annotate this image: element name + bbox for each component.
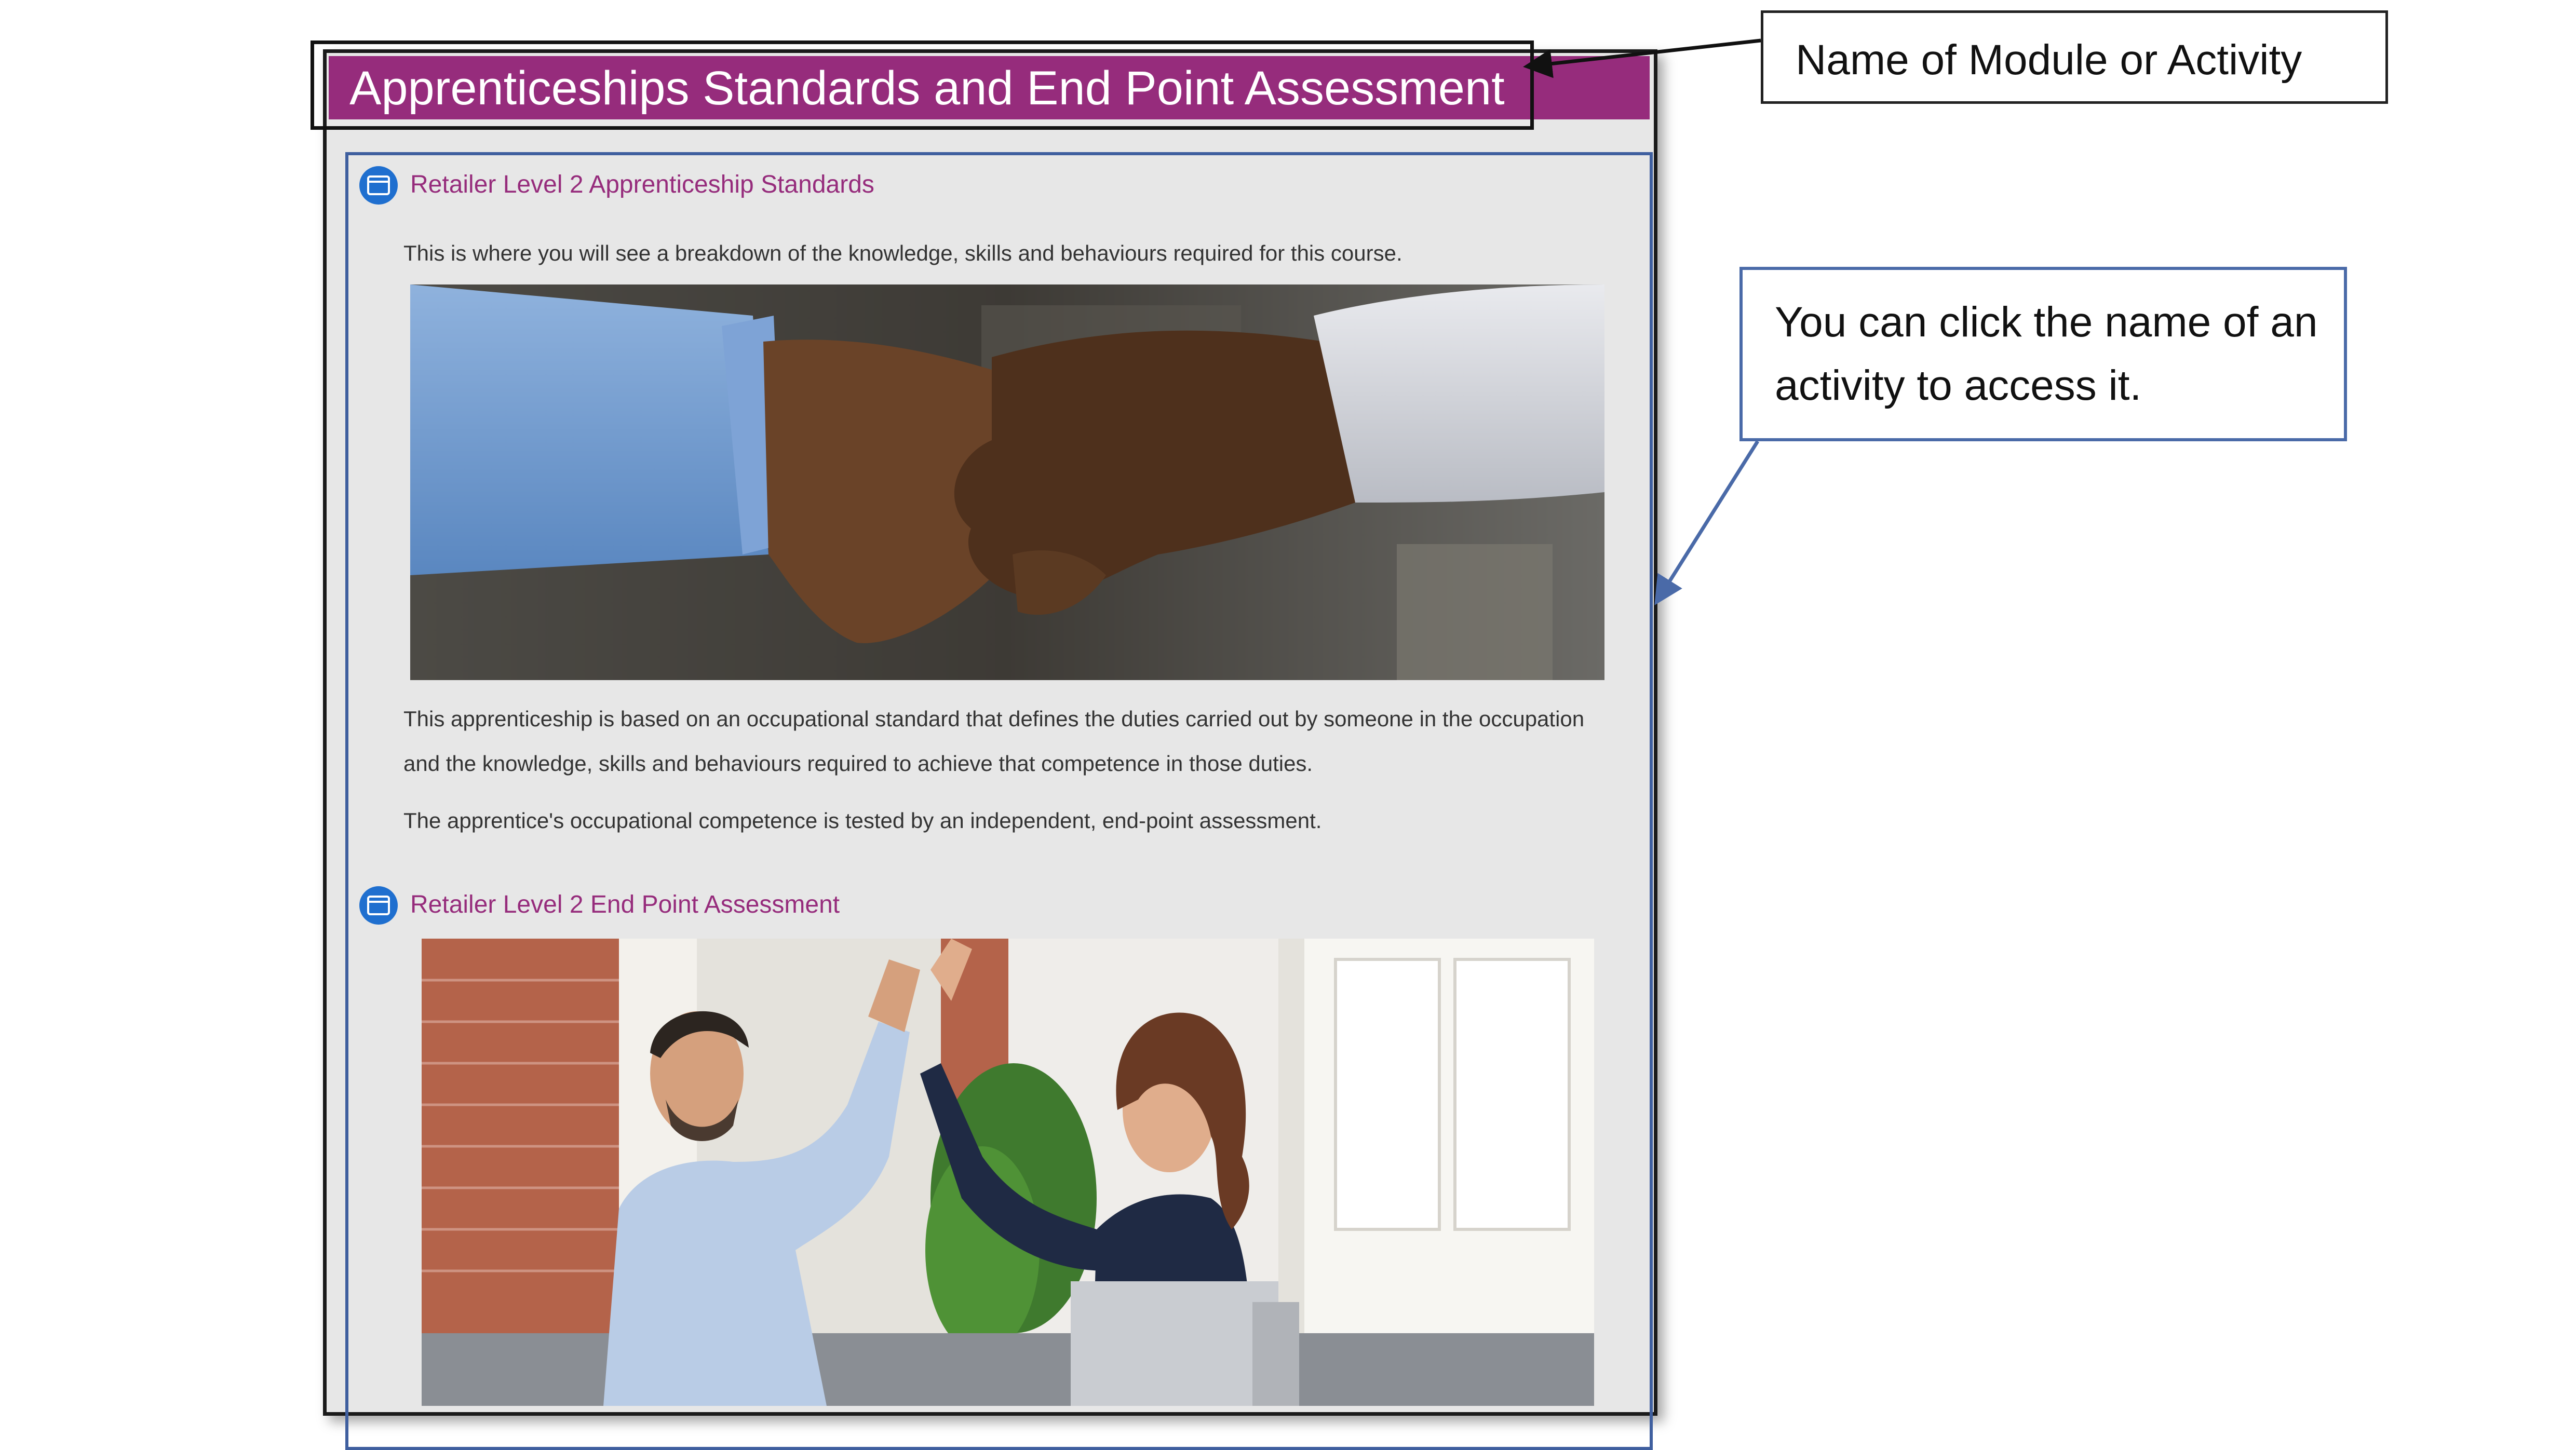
annotation-arrows — [1523, 38, 1761, 605]
module-name-arrow — [1523, 38, 1761, 78]
click-hint-arrow — [1654, 440, 1759, 605]
